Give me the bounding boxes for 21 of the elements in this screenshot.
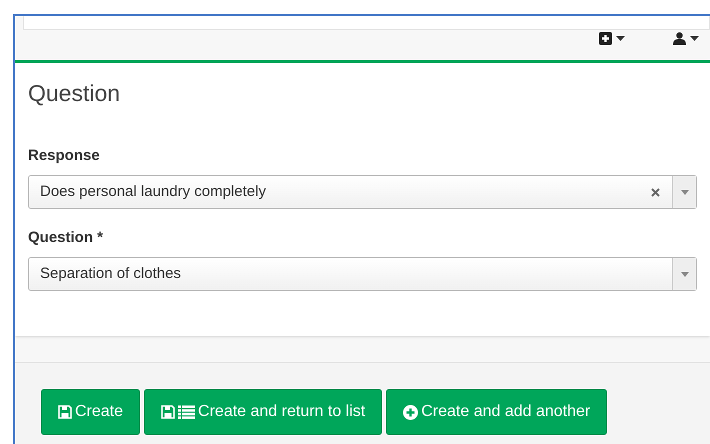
plus-square-icon[interactable] xyxy=(599,32,612,45)
clear-icon[interactable] xyxy=(651,188,660,196)
field-label: Question * xyxy=(28,229,104,247)
create-button[interactable]: Create and add another xyxy=(386,389,608,435)
panel-title: Question xyxy=(28,79,122,108)
select-value: Separation of clothes xyxy=(39,264,182,284)
user-icon[interactable] xyxy=(673,32,686,45)
caret-icon xyxy=(680,272,688,276)
caret-icon xyxy=(680,190,688,194)
dropdown-arrow-button[interactable] xyxy=(672,258,696,290)
caret-icon[interactable] xyxy=(690,36,699,41)
caret-icon[interactable] xyxy=(616,36,625,41)
field-label: Response xyxy=(28,147,101,165)
plus-circle-icon xyxy=(403,404,418,420)
select-field[interactable]: Does personal laundry completely xyxy=(28,175,697,209)
dropdown-arrow-button[interactable] xyxy=(672,176,696,208)
create-button[interactable]: Create and return to list xyxy=(144,389,382,435)
create-button[interactable]: Create xyxy=(41,389,140,435)
select-field[interactable]: Separation of clothes xyxy=(28,257,697,291)
select-value: Does personal laundry completely xyxy=(39,182,267,202)
list-icon xyxy=(178,405,196,419)
